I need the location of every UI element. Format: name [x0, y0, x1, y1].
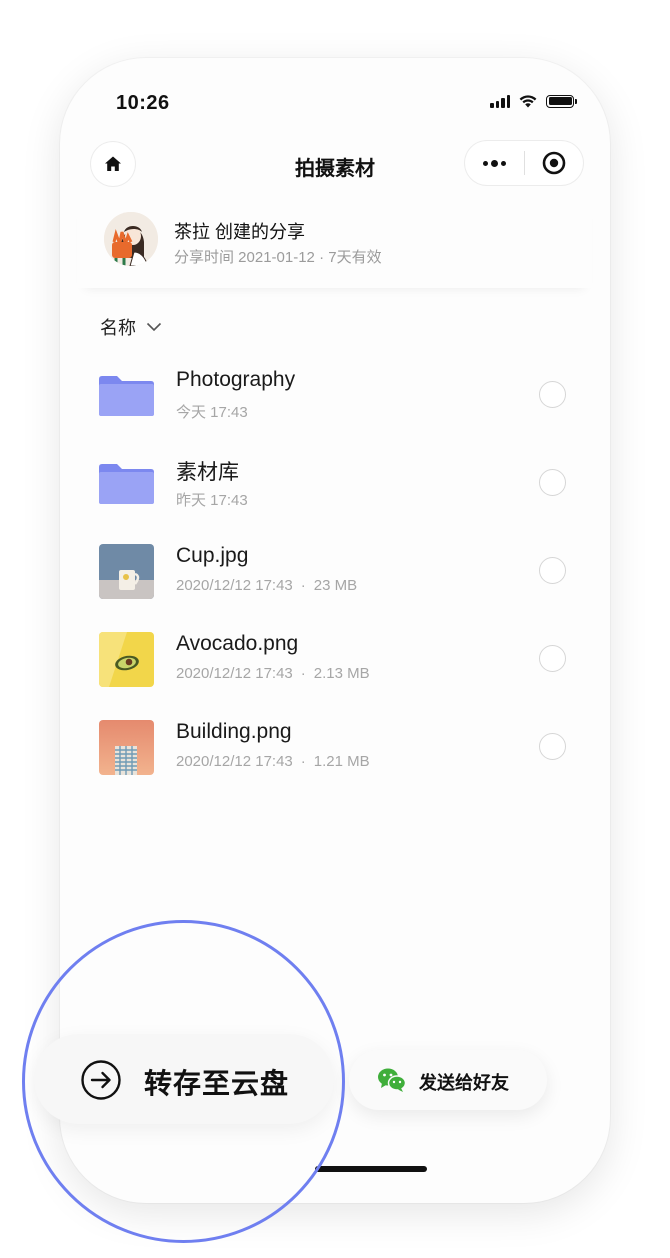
file-meta: 2020/12/12 17:43 · 1.21 MB: [176, 753, 370, 770]
image-thumbnail-cup: [99, 544, 154, 599]
mini-program-capsule: [465, 141, 583, 185]
status-icons: [490, 94, 577, 108]
share-meta: 分享时间 2021-01-12 · 7天有效: [174, 249, 382, 266]
file-meta: 今天 17:43: [176, 404, 248, 421]
save-button-label: 转存至云盘: [144, 1068, 290, 1099]
file-name: Cup.jpg: [176, 544, 249, 567]
more-dots-icon: [483, 160, 488, 166]
share-info-header: 茶拉 创建的分享 分享时间 2021-01-12 · 7天有效: [77, 198, 592, 288]
list-item[interactable]: Avocado.png 2020/12/12 17:43 · 2.13 MB: [60, 610, 610, 698]
list-item[interactable]: Cup.jpg 2020/12/12 17:43 · 23 MB: [60, 522, 610, 610]
save-to-cloud-button[interactable]: 转存至云盘: [34, 1034, 334, 1124]
file-name: Photography: [176, 368, 296, 391]
sort-label: 名称: [100, 318, 136, 338]
more-button[interactable]: [465, 141, 524, 185]
file-meta: 昨天 17:43: [176, 492, 248, 509]
image-thumbnail-building: [99, 720, 154, 775]
file-name: 素材库: [176, 461, 239, 484]
nav-bar: 拍摄素材: [60, 140, 610, 190]
phone-frame: 10:26 拍摄素材 茶拉 创建的分享 分享时间 2021-01-12 · 7天…: [60, 58, 610, 1203]
select-radio[interactable]: [539, 381, 566, 408]
avatar[interactable]: [104, 212, 158, 266]
status-time: 10:26: [116, 92, 170, 114]
file-meta: 2020/12/12 17:43 · 23 MB: [176, 577, 358, 594]
close-button[interactable]: [525, 141, 583, 185]
send-button-label: 发送给好友: [419, 1073, 509, 1093]
wifi-icon: [519, 95, 537, 108]
list-item[interactable]: Building.png 2020/12/12 17:43 · 1.21 MB: [60, 698, 610, 786]
send-to-friend-button[interactable]: 发送给好友: [349, 1050, 547, 1110]
home-indicator: [315, 1166, 427, 1172]
select-radio[interactable]: [539, 469, 566, 496]
folder-icon: [99, 368, 154, 423]
wechat-icon: [378, 1068, 407, 1092]
select-radio[interactable]: [539, 645, 566, 672]
list-item[interactable]: Photography 今天 17:43: [60, 346, 610, 434]
chevron-down-icon: [146, 322, 162, 332]
folder-icon: [99, 456, 154, 511]
file-meta: 2020/12/12 17:43 · 2.13 MB: [176, 665, 370, 682]
battery-icon: [546, 94, 577, 108]
share-owner: 茶拉 创建的分享: [174, 222, 306, 242]
target-close-icon: [542, 151, 566, 175]
image-thumbnail-avocado: [99, 632, 154, 687]
file-list: Photography 今天 17:43 素材库 昨天 17:43 Cup.jp…: [60, 346, 610, 786]
status-bar: 10:26: [60, 58, 610, 138]
select-radio[interactable]: [539, 733, 566, 760]
list-item[interactable]: 素材库 昨天 17:43: [60, 434, 610, 522]
file-name: Building.png: [176, 720, 292, 743]
sort-control[interactable]: 名称: [100, 314, 162, 340]
select-radio[interactable]: [539, 557, 566, 584]
file-name: Avocado.png: [176, 632, 299, 655]
arrow-right-circle-icon: [81, 1060, 121, 1100]
signal-icon: [490, 94, 510, 108]
